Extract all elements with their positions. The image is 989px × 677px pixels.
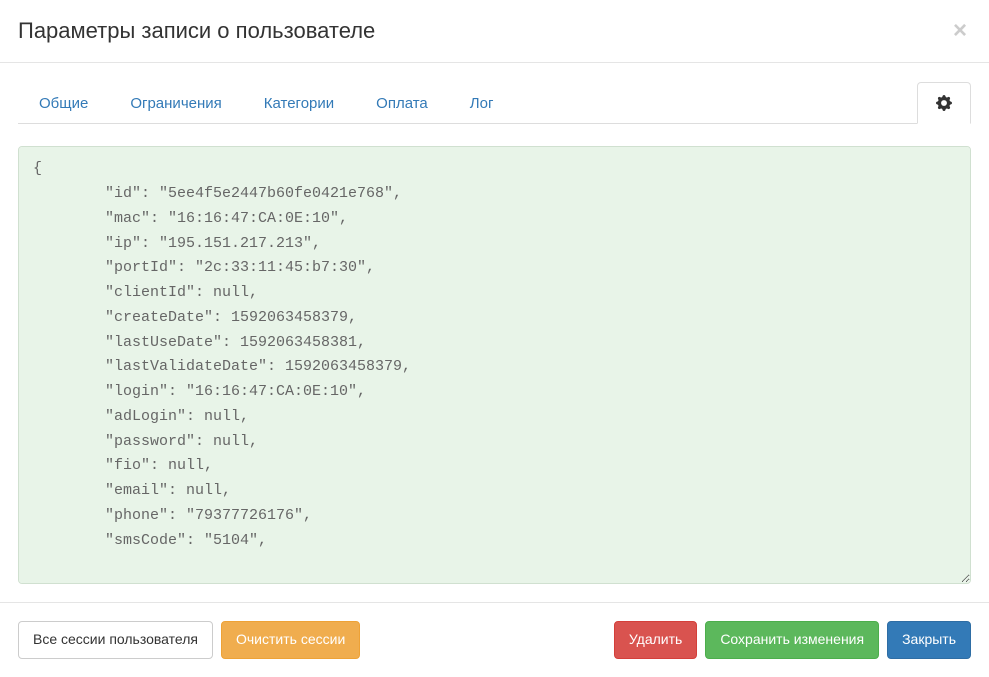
tab-payment[interactable]: Оплата bbox=[355, 82, 449, 124]
tab-general[interactable]: Общие bbox=[18, 82, 109, 124]
tab-restrictions[interactable]: Ограничения bbox=[109, 82, 242, 124]
close-button[interactable]: Закрыть bbox=[887, 621, 971, 659]
tab-categories[interactable]: Категории bbox=[243, 82, 355, 124]
tabs-spacer bbox=[514, 81, 917, 123]
modal-footer: Все сессии пользователя Очистить сессии … bbox=[0, 602, 989, 677]
close-icon[interactable]: × bbox=[949, 19, 971, 43]
modal-body: Общие Ограничения Категории Оплата Лог bbox=[0, 63, 989, 602]
clear-sessions-button[interactable]: Очистить сессии bbox=[221, 621, 360, 659]
modal-title: Параметры записи о пользователе bbox=[18, 18, 375, 44]
tabs-nav: Общие Ограничения Категории Оплата Лог bbox=[18, 81, 971, 124]
json-container bbox=[18, 146, 971, 584]
tab-settings[interactable] bbox=[917, 82, 971, 124]
all-sessions-button[interactable]: Все сессии пользователя bbox=[18, 621, 213, 659]
delete-button[interactable]: Удалить bbox=[614, 621, 697, 659]
json-textarea[interactable] bbox=[18, 146, 971, 584]
save-button[interactable]: Сохранить изменения bbox=[705, 621, 879, 659]
modal-header: Параметры записи о пользователе × bbox=[0, 0, 989, 63]
gear-icon bbox=[936, 95, 952, 111]
user-settings-modal: Параметры записи о пользователе × Общие … bbox=[0, 0, 989, 677]
tab-log[interactable]: Лог bbox=[449, 82, 515, 124]
